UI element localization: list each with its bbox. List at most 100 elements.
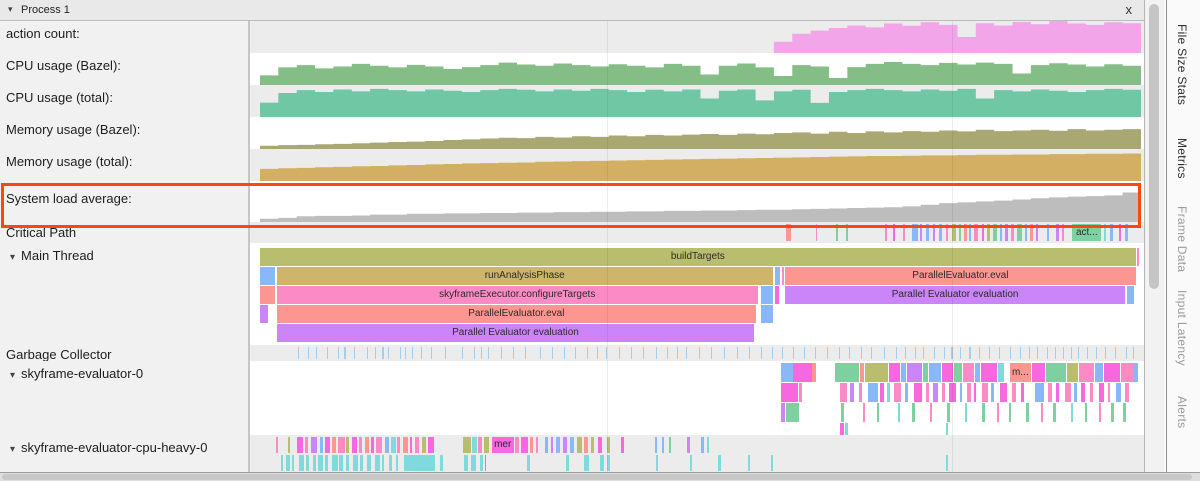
trace-tick[interactable] bbox=[631, 347, 632, 359]
trace-event[interactable] bbox=[1104, 363, 1120, 382]
trace-tick[interactable] bbox=[606, 347, 607, 359]
trace-event[interactable] bbox=[1137, 248, 1140, 266]
trace-event[interactable] bbox=[313, 455, 316, 471]
trace-event[interactable] bbox=[781, 383, 799, 402]
trace-event[interactable] bbox=[485, 455, 487, 471]
vertical-scrollbar[interactable] bbox=[1145, 0, 1165, 472]
skyframe-evaluator-0-flame-chart[interactable]: m... bbox=[250, 361, 1144, 435]
horizontal-scrollbar[interactable] bbox=[0, 472, 1200, 481]
trace-tick[interactable] bbox=[400, 347, 401, 359]
trace-tick[interactable] bbox=[944, 347, 945, 359]
trace-tick[interactable] bbox=[871, 347, 872, 359]
trace-event[interactable] bbox=[382, 455, 385, 471]
trace-event[interactable] bbox=[880, 383, 884, 402]
trace-event[interactable] bbox=[598, 437, 602, 453]
trace-event[interactable] bbox=[656, 455, 659, 471]
track-label-skyframe-evaluator-0[interactable]: ▾skyframe-evaluator-0 bbox=[0, 361, 250, 435]
trace-tick[interactable] bbox=[934, 347, 935, 359]
trace-event[interactable] bbox=[942, 383, 945, 402]
trace-event[interactable] bbox=[981, 363, 998, 382]
cpu-total-chart[interactable] bbox=[250, 85, 1144, 117]
trace-event[interactable] bbox=[353, 455, 357, 471]
trace-event[interactable] bbox=[325, 455, 328, 471]
trace-tick[interactable] bbox=[316, 347, 317, 359]
trace-event[interactable] bbox=[975, 363, 979, 382]
trace-event[interactable] bbox=[1108, 383, 1111, 402]
trace-tick[interactable] bbox=[382, 347, 384, 359]
trace-tick[interactable] bbox=[540, 347, 541, 359]
trace-tick[interactable] bbox=[804, 347, 805, 359]
trace-event[interactable] bbox=[260, 305, 268, 323]
trace-event[interactable] bbox=[967, 383, 971, 402]
trace-event[interactable] bbox=[1026, 403, 1029, 422]
trace-event[interactable] bbox=[771, 455, 773, 471]
trace-event[interactable] bbox=[1048, 383, 1052, 402]
trace-event[interactable] bbox=[949, 383, 956, 402]
trace-event[interactable] bbox=[1081, 383, 1085, 402]
trace-event[interactable] bbox=[286, 455, 290, 471]
trace-event[interactable] bbox=[930, 403, 933, 422]
trace-event[interactable]: runAnalysisPhase bbox=[277, 267, 773, 285]
trace-event[interactable] bbox=[1125, 383, 1129, 402]
trace-event[interactable] bbox=[850, 383, 854, 402]
trace-tick[interactable] bbox=[782, 347, 783, 359]
trace-event[interactable] bbox=[584, 437, 588, 453]
action-count-chart[interactable] bbox=[250, 21, 1144, 53]
trace-event[interactable] bbox=[375, 455, 380, 471]
trace-event[interactable] bbox=[786, 403, 799, 422]
tab-file-size-stats[interactable]: File Size Stats bbox=[1175, 24, 1189, 105]
trace-tick[interactable] bbox=[587, 347, 588, 359]
trace-event[interactable] bbox=[718, 455, 721, 471]
trace-tick[interactable] bbox=[431, 347, 432, 359]
trace-event[interactable] bbox=[389, 455, 393, 471]
trace-event[interactable] bbox=[276, 437, 278, 453]
expand-triangle-icon[interactable]: ▾ bbox=[10, 444, 15, 455]
trace-tick[interactable] bbox=[1071, 347, 1072, 359]
trace-event[interactable] bbox=[440, 455, 444, 471]
trace-event[interactable] bbox=[292, 455, 295, 471]
trace-event[interactable] bbox=[391, 437, 395, 453]
trace-event[interactable] bbox=[907, 363, 923, 382]
trace-tick[interactable] bbox=[1096, 347, 1097, 359]
trace-tick[interactable] bbox=[462, 347, 463, 359]
trace-tick[interactable] bbox=[354, 347, 355, 359]
trace-event[interactable] bbox=[566, 455, 570, 471]
trace-event[interactable] bbox=[946, 455, 948, 471]
trace-tick[interactable] bbox=[405, 347, 406, 359]
trace-event[interactable] bbox=[1012, 383, 1016, 402]
trace-event[interactable] bbox=[781, 403, 785, 422]
trace-tick[interactable] bbox=[761, 347, 762, 359]
trace-event[interactable] bbox=[332, 455, 337, 471]
trace-tick[interactable] bbox=[1087, 347, 1088, 359]
trace-event[interactable]: ParallelEvaluator.eval bbox=[785, 267, 1136, 285]
trace-event[interactable] bbox=[536, 437, 539, 453]
trace-tick[interactable] bbox=[513, 347, 514, 359]
trace-event[interactable] bbox=[775, 286, 779, 304]
trace-event[interactable] bbox=[1046, 363, 1066, 382]
trace-event[interactable] bbox=[799, 383, 802, 402]
trace-tick[interactable] bbox=[923, 347, 924, 359]
trace-event[interactable] bbox=[360, 455, 363, 471]
trace-event[interactable] bbox=[1065, 383, 1070, 402]
trace-event[interactable] bbox=[947, 403, 950, 422]
trace-tick[interactable] bbox=[951, 347, 953, 359]
trace-event[interactable] bbox=[812, 363, 816, 382]
trace-event[interactable] bbox=[403, 437, 408, 453]
trace-event[interactable] bbox=[367, 455, 371, 471]
tab-frame-data[interactable]: Frame Data bbox=[1175, 206, 1189, 272]
trace-event[interactable] bbox=[960, 383, 963, 402]
trace-event[interactable] bbox=[556, 437, 560, 453]
trace-event[interactable] bbox=[1079, 363, 1094, 382]
trace-event[interactable] bbox=[311, 437, 317, 453]
trace-event[interactable] bbox=[707, 437, 710, 453]
trace-tick[interactable] bbox=[1126, 347, 1127, 359]
trace-event[interactable] bbox=[332, 437, 336, 453]
trace-tick[interactable] bbox=[367, 347, 368, 359]
vertical-scrollbar-thumb[interactable] bbox=[1149, 4, 1159, 289]
trace-event[interactable] bbox=[591, 437, 594, 453]
trace-event[interactable] bbox=[860, 363, 864, 382]
trace-event[interactable] bbox=[422, 437, 426, 453]
trace-event[interactable] bbox=[868, 383, 879, 402]
trace-event[interactable] bbox=[1053, 403, 1056, 422]
trace-event[interactable] bbox=[607, 437, 610, 453]
